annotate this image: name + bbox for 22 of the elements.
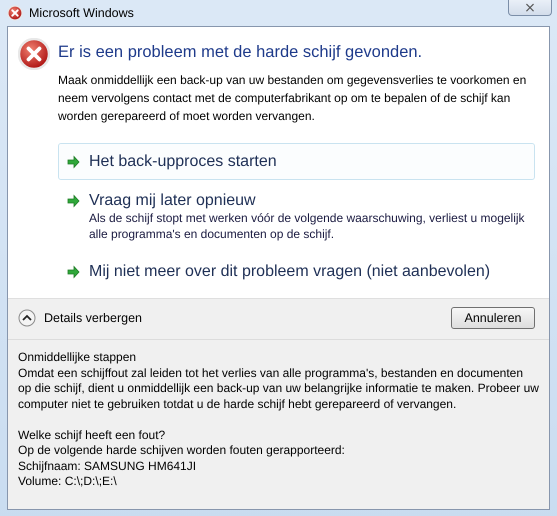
details-text: Op de volgende harde schijven worden fouten gerapporteerd: xyxy=(18,443,346,458)
chevron-icon xyxy=(18,309,36,327)
error-icon xyxy=(7,5,23,21)
error-icon xyxy=(18,38,50,70)
details-text: Onmiddellijke stappen xyxy=(18,350,138,366)
details-text: Schijfnaam: SAMSUNG HM641JI xyxy=(18,458,198,474)
arrow-icon xyxy=(67,155,80,169)
dialog-message: Maak onmiddellijk een back-up van uw bestanden om gegevensverlies te voorkomen en neem vervolgens contact met de computerfabrikant op om te bepalen of de schijf kan worden gerepareerd of moet worden vervangen. xyxy=(58,72,528,125)
details-text: Volume: C:\;D:\;E:\ xyxy=(18,474,118,490)
command-link[interactable]: Het back-upproces starten xyxy=(58,143,535,180)
command-note: Als de schijf stopt met werken vóór de volgende waarschuwing, verliest u mogelijk alle programma's en documenten op de schijf. xyxy=(89,210,526,242)
window-title: Microsoft Windows xyxy=(29,6,134,20)
close-button[interactable]: × xyxy=(508,0,552,16)
command-link[interactable]: Vraag mij later opnieuw Als de schijf stopt met werken vóór de volgende waarschuwing, verliest u mogelijk alle programma's en documenten op de schijf. xyxy=(58,182,535,251)
cancel-button[interactable]: Annuleren xyxy=(451,307,535,329)
arrow-icon xyxy=(67,265,80,279)
command-link[interactable]: Mij niet meer over dit probleem vragen (niet aanbevolen) xyxy=(58,253,535,290)
arrow-icon xyxy=(67,194,80,208)
dialog-heading: Er is een probleem met de harde schijf gevonden. xyxy=(58,43,424,62)
details-text: Welke schijf heeft een fout? xyxy=(18,428,166,443)
details-text: Omdat een schijffout zal leiden tot het verlies van alle programma's, bestanden en documenten op die schijf, dient u onmiddellijk een back-up van uw belangrijke informatie te maken. Probeer uw computer niet te gebruiken totdat u de harde schijf hebt gerepareerd of vervangen. xyxy=(18,366,539,412)
details-toggle[interactable]: Details verbergen xyxy=(18,309,142,327)
